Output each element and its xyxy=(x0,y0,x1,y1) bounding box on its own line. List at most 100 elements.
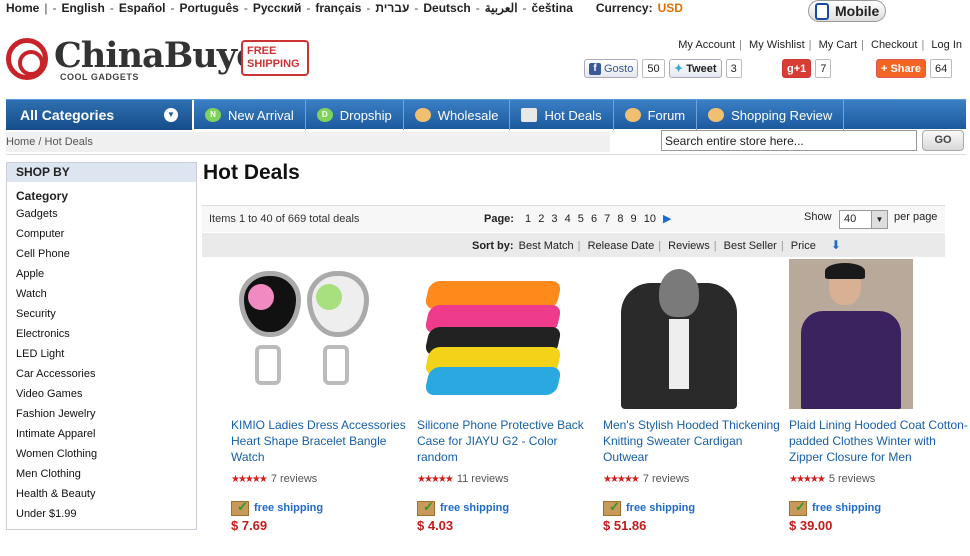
lang-russian[interactable]: Русский xyxy=(253,1,302,17)
review-count[interactable]: 5 reviews xyxy=(829,473,875,485)
free-shipping-badge: FREE SHIPPING xyxy=(241,40,309,76)
product-price: $ 51.86 xyxy=(603,518,647,533)
category-computer[interactable]: Computer xyxy=(7,224,196,244)
product-rating: ★★★★★ 7 reviews xyxy=(603,473,783,489)
search-input[interactable] xyxy=(661,130,917,151)
per-page-select[interactable]: 40 ▼ xyxy=(839,210,888,229)
new-badge-icon: N xyxy=(205,108,221,122)
tweet-button[interactable]: ✦ Tweet xyxy=(669,59,722,78)
product-image-coat[interactable] xyxy=(789,259,913,409)
share-button[interactable]: + Share xyxy=(876,59,927,78)
nav-new-arrival[interactable]: N New Arrival xyxy=(194,100,306,130)
product-image-sweater[interactable] xyxy=(603,259,753,409)
product-title[interactable]: Plaid Lining Hooded Coat Cotton-padded C… xyxy=(789,417,969,467)
page-link[interactable]: 7 xyxy=(604,213,610,225)
category-cell-phone[interactable]: Cell Phone xyxy=(7,244,196,264)
category-gadgets[interactable]: Gadgets xyxy=(7,204,196,224)
nav-forum[interactable]: Forum xyxy=(614,100,698,130)
page-link[interactable]: 2 xyxy=(538,213,544,225)
nav-dropship[interactable]: D Dropship xyxy=(306,100,404,130)
sort-best-match[interactable]: Best Match xyxy=(519,240,574,252)
review-count[interactable]: 7 reviews xyxy=(271,473,317,485)
search-go-button[interactable]: GO xyxy=(922,130,964,151)
nav-wholesale[interactable]: Wholesale xyxy=(404,100,511,130)
sort-reviews[interactable]: Reviews xyxy=(668,240,710,252)
category-video-games[interactable]: Video Games xyxy=(7,384,196,404)
main-navigation: All Categories ▼ N New Arrival D Dropship … xyxy=(6,99,966,130)
category-led-light[interactable]: LED Light xyxy=(7,344,196,364)
page-link[interactable]: 6 xyxy=(591,213,597,225)
lang-deutsch[interactable]: Deutsch xyxy=(423,1,470,17)
product-card: Plaid Lining Hooded Coat Cotton-padded C… xyxy=(789,259,969,533)
my-wishlist-link[interactable]: My Wishlist xyxy=(749,39,805,51)
home-link[interactable]: Home xyxy=(6,1,39,17)
site-logo[interactable]: ChinaBuye COOL GADGETS xyxy=(6,38,258,84)
checkout-link[interactable]: Checkout xyxy=(871,39,917,51)
category-apple[interactable]: Apple xyxy=(7,264,196,284)
lang-hebrew[interactable]: עברית xyxy=(375,1,409,17)
page-link[interactable]: 5 xyxy=(578,213,584,225)
category-women-clothing[interactable]: Women Clothing xyxy=(7,444,196,464)
page-link[interactable]: 10 xyxy=(644,213,656,225)
pagination: Page: 1 2 3 4 5 6 7 8 9 10 ▶ xyxy=(484,212,672,225)
all-categories-menu[interactable]: All Categories ▼ xyxy=(6,100,194,130)
sort-release-date[interactable]: Release Date xyxy=(588,240,655,252)
currency-value[interactable]: USD xyxy=(658,1,683,17)
dropship-icon: D xyxy=(316,108,333,122)
lang-portugues[interactable]: Português xyxy=(180,1,239,17)
page-title: Hot Deals xyxy=(203,161,300,184)
lang-cestina[interactable]: čeština xyxy=(532,1,573,17)
facebook-like-button[interactable]: f Gosto xyxy=(584,59,639,78)
breadcrumb-home[interactable]: Home xyxy=(6,136,35,148)
share-count: 64 xyxy=(930,59,953,78)
my-account-link[interactable]: My Account xyxy=(678,39,735,51)
mobile-button[interactable]: Mobile xyxy=(808,0,886,22)
star-rating-icon: ★★★★★ xyxy=(231,474,268,485)
facebook-like: f Gosto 50 xyxy=(584,59,665,78)
product-title[interactable]: Men's Stylish Hooded Thickening Knitting… xyxy=(603,417,783,467)
nav-shopping-review[interactable]: Shopping Review xyxy=(697,100,845,130)
page-link[interactable]: 8 xyxy=(617,213,623,225)
my-cart-link[interactable]: My Cart xyxy=(819,39,858,51)
category-men-clothing[interactable]: Men Clothing xyxy=(7,464,196,484)
category-car-accessories[interactable]: Car Accessories xyxy=(7,364,196,384)
lang-arabic[interactable]: العربية xyxy=(485,1,518,17)
page-link[interactable]: 9 xyxy=(631,213,637,225)
category-electronics[interactable]: Electronics xyxy=(7,324,196,344)
lang-espanol[interactable]: Español xyxy=(119,1,166,17)
category-security[interactable]: Security xyxy=(7,304,196,324)
product-image-watch[interactable] xyxy=(231,259,381,409)
product-title[interactable]: Silicone Phone Protective Back Case for … xyxy=(417,417,597,467)
free-shipping: free shipping xyxy=(603,499,783,517)
product-title[interactable]: KIMIO Ladies Dress Accessories Heart Sha… xyxy=(231,417,411,467)
category-watch[interactable]: Watch xyxy=(7,284,196,304)
star-rating-icon: ★★★★★ xyxy=(789,474,826,485)
star-rating-icon: ★★★★★ xyxy=(417,474,454,485)
nav-hot-deals[interactable]: Hot Deals xyxy=(510,100,614,130)
next-page-arrow-icon[interactable]: ▶ xyxy=(663,213,671,225)
page-link[interactable]: 3 xyxy=(551,213,557,225)
category-health-beauty[interactable]: Health & Beauty xyxy=(7,484,196,504)
review-count[interactable]: 11 reviews xyxy=(457,473,509,485)
page-link[interactable]: 4 xyxy=(565,213,571,225)
page-link[interactable]: 1 xyxy=(525,213,531,225)
gplus-button[interactable]: g +1 xyxy=(782,59,812,78)
category-fashion-jewelry[interactable]: Fashion Jewelry xyxy=(7,404,196,424)
product-card: Men's Stylish Hooded Thickening Knitting… xyxy=(603,259,783,533)
divider xyxy=(6,154,966,155)
product-image-phone-case[interactable] xyxy=(417,259,567,409)
gplus-count: 7 xyxy=(815,59,832,78)
category-under-199[interactable]: Under $1.99 xyxy=(7,504,196,524)
sort-price[interactable]: Price xyxy=(791,240,816,252)
sort-direction-arrow-icon[interactable]: ⬇ xyxy=(831,238,841,252)
all-categories-label: All Categories xyxy=(20,107,115,123)
category-intimate-apparel[interactable]: Intimate Apparel xyxy=(7,424,196,444)
mobile-button-label: Mobile xyxy=(835,3,880,19)
share-widget: + Share 64 xyxy=(876,59,953,78)
pager-toolbar: Items 1 to 40 of 669 total deals Page: 1… xyxy=(202,205,945,232)
review-count[interactable]: 7 reviews xyxy=(643,473,689,485)
lang-english[interactable]: English xyxy=(61,1,104,17)
sort-best-seller[interactable]: Best Seller xyxy=(724,240,777,252)
lang-francais[interactable]: français xyxy=(315,1,361,17)
login-link[interactable]: Log In xyxy=(931,39,962,51)
